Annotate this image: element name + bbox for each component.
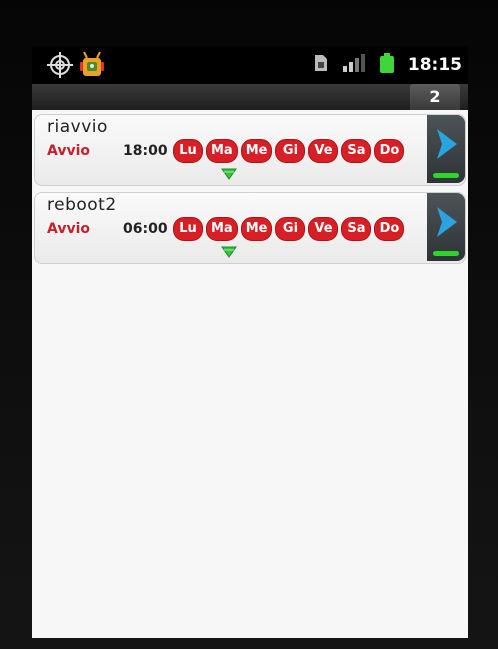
phone-screen: 18:15 2 riavvio Avvio 18:00 Lu Ma Me Gi … xyxy=(32,46,468,638)
day-badge-monday[interactable]: Lu xyxy=(173,217,203,241)
day-selector: Lu Ma Me Gi Ve Sa Do xyxy=(173,139,405,163)
alarm-name: riavvio xyxy=(47,117,108,137)
open-alarm-button[interactable] xyxy=(427,193,465,261)
status-bar: 18:15 xyxy=(32,46,468,84)
alarm-row[interactable]: reboot2 Avvio 06:00 Lu Ma Me Gi Ve Sa Do xyxy=(34,192,466,264)
status-clock: 18:15 xyxy=(407,55,462,75)
expand-arrow-icon[interactable] xyxy=(221,243,237,262)
alarm-time: 06:00 xyxy=(123,221,168,237)
day-badge-saturday[interactable]: Sa xyxy=(341,139,372,163)
enabled-indicator xyxy=(433,251,459,256)
day-badge-tuesday[interactable]: Ma xyxy=(206,217,238,241)
expand-arrow-icon[interactable] xyxy=(221,165,237,184)
gps-icon xyxy=(46,51,74,83)
day-badge-thursday[interactable]: Gi xyxy=(275,217,306,241)
day-badge-thursday[interactable]: Gi xyxy=(275,139,306,163)
day-badge-sunday[interactable]: Do xyxy=(374,217,405,241)
day-badge-sunday[interactable]: Do xyxy=(374,139,405,163)
day-badge-friday[interactable]: Ve xyxy=(308,139,339,163)
chevron-right-icon xyxy=(431,127,461,165)
tab-alarm-count[interactable]: 2 xyxy=(410,84,460,110)
open-alarm-button[interactable] xyxy=(427,115,465,183)
day-badge-wednesday[interactable]: Me xyxy=(240,217,273,241)
battery-icon xyxy=(379,53,394,77)
alarm-list: riavvio Avvio 18:00 Lu Ma Me Gi Ve Sa Do xyxy=(34,114,466,270)
alarm-action-label: Avvio xyxy=(47,221,91,237)
day-badge-monday[interactable]: Lu xyxy=(173,139,203,163)
sim-card-icon xyxy=(314,54,328,76)
alarm-time: 18:00 xyxy=(123,143,168,159)
chevron-right-icon xyxy=(431,205,461,243)
day-badge-wednesday[interactable]: Me xyxy=(240,139,273,163)
enabled-indicator xyxy=(433,173,459,178)
alarm-name: reboot2 xyxy=(47,195,117,215)
day-badge-friday[interactable]: Ve xyxy=(308,217,339,241)
day-badge-saturday[interactable]: Sa xyxy=(341,217,372,241)
alarm-row[interactable]: riavvio Avvio 18:00 Lu Ma Me Gi Ve Sa Do xyxy=(34,114,466,186)
android-robot-icon xyxy=(78,50,106,84)
signal-bars-icon xyxy=(342,54,366,76)
tab-header: 2 xyxy=(32,84,468,110)
day-badge-tuesday[interactable]: Ma xyxy=(206,139,238,163)
alarm-action-label: Avvio xyxy=(47,143,91,159)
day-selector: Lu Ma Me Gi Ve Sa Do xyxy=(173,217,405,241)
